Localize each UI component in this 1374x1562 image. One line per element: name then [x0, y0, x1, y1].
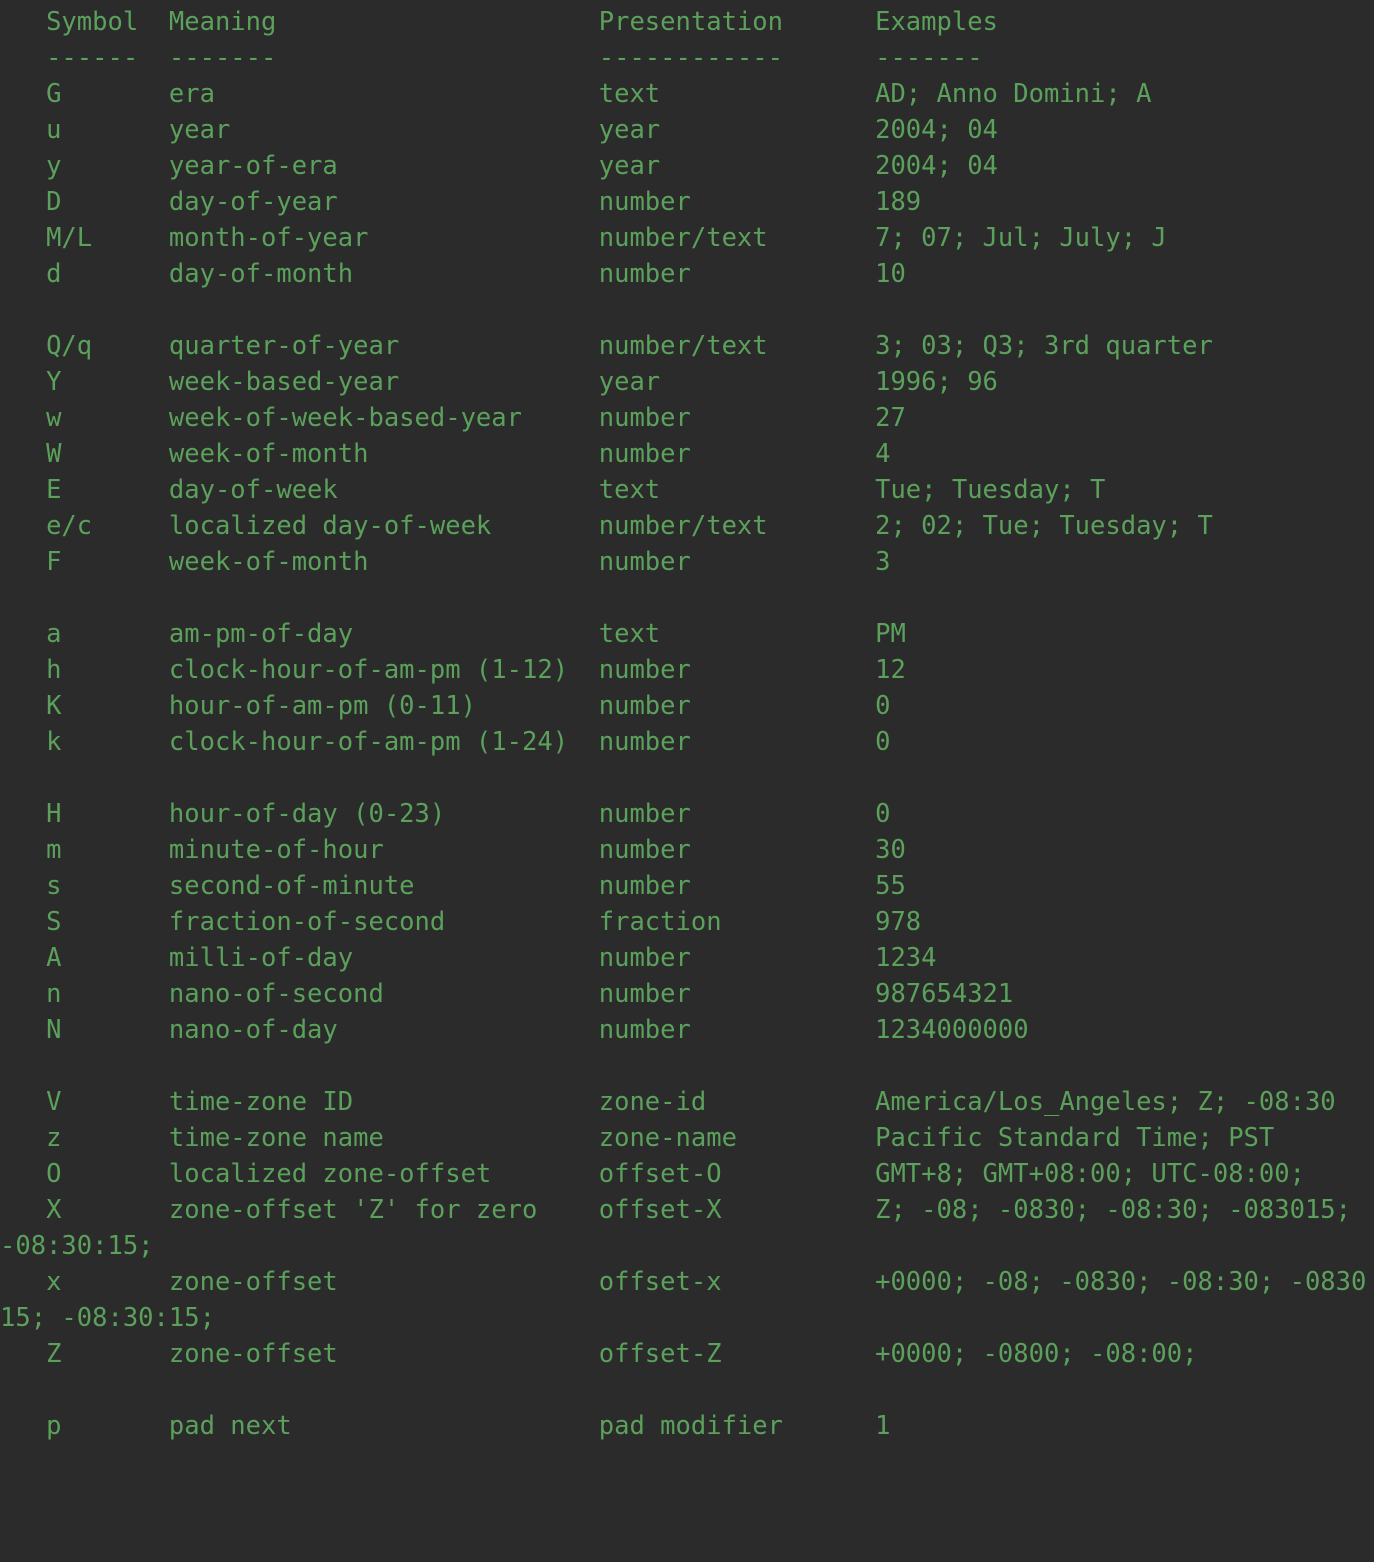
terminal-window[interactable]: Symbol Meaning Presentation Examples ---… — [0, 0, 1374, 1562]
terminal-line: S fraction-of-second fraction 978 — [0, 907, 922, 937]
terminal-line: H hour-of-day (0-23) number 0 — [0, 799, 891, 829]
terminal-line: G era text AD; Anno Domini; A — [0, 79, 1152, 109]
terminal-line: p pad next pad modifier 1 — [0, 1411, 891, 1441]
terminal-line: K hour-of-am-pm (0-11) number 0 — [0, 691, 891, 721]
terminal-line: a am-pm-of-day text PM — [0, 619, 906, 649]
terminal-line: M/L month-of-year number/text 7; 07; Jul… — [0, 223, 1167, 253]
terminal-line: w week-of-week-based-year number 27 — [0, 403, 906, 433]
terminal-line: m minute-of-hour number 30 — [0, 835, 906, 865]
terminal-line: Symbol Meaning Presentation Examples — [0, 7, 998, 37]
terminal-line: W week-of-month number 4 — [0, 439, 891, 469]
terminal-line: u year year 2004; 04 — [0, 115, 998, 145]
terminal-line: D day-of-year number 189 — [0, 187, 922, 217]
terminal-line: d day-of-month number 10 — [0, 259, 906, 289]
terminal-line: V time-zone ID zone-id America/Los_Angel… — [0, 1087, 1336, 1117]
terminal-line: k clock-hour-of-am-pm (1-24) number 0 — [0, 727, 891, 757]
terminal-line: Z zone-offset offset-Z +0000; -0800; -08… — [0, 1339, 1198, 1369]
terminal-line: y year-of-era year 2004; 04 — [0, 151, 998, 181]
terminal-line: Y week-based-year year 1996; 96 — [0, 367, 998, 397]
terminal-line: x zone-offset offset-x +0000; -08; -0830… — [0, 1267, 1367, 1333]
terminal-line: z time-zone name zone-name Pacific Stand… — [0, 1123, 1275, 1153]
terminal-line: h clock-hour-of-am-pm (1-12) number 12 — [0, 655, 906, 685]
terminal-line: F week-of-month number 3 — [0, 547, 891, 577]
terminal-line: A milli-of-day number 1234 — [0, 943, 937, 973]
terminal-line: n nano-of-second number 987654321 — [0, 979, 1014, 1009]
terminal-line: X zone-offset 'Z' for zero offset-X Z; -… — [0, 1195, 1367, 1261]
terminal-line: E day-of-week text Tue; Tuesday; T — [0, 475, 1106, 505]
terminal-line: ------ ------- ------------ ------- — [0, 43, 983, 73]
terminal-line: O localized zone-offset offset-O GMT+8; … — [0, 1159, 1305, 1189]
terminal-line: Q/q quarter-of-year number/text 3; 03; Q… — [0, 331, 1213, 361]
terminal-line: e/c localized day-of-week number/text 2;… — [0, 511, 1213, 541]
terminal-line: N nano-of-day number 1234000000 — [0, 1015, 1029, 1045]
terminal-output: Symbol Meaning Presentation Examples ---… — [0, 0, 1374, 1444]
terminal-line: s second-of-minute number 55 — [0, 871, 906, 901]
